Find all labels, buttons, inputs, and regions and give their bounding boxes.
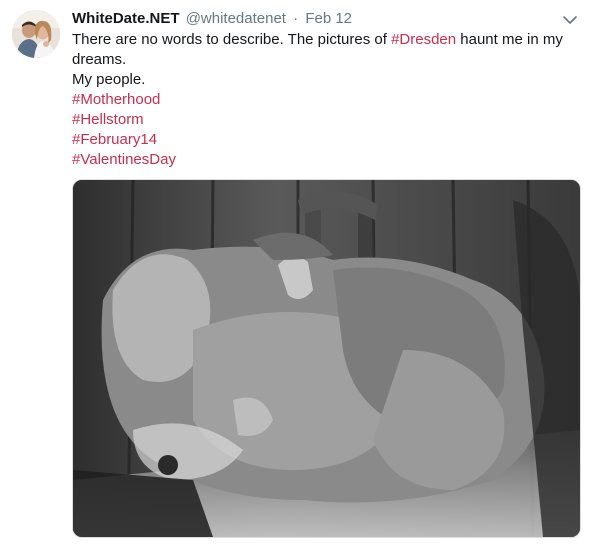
hashtag-february14[interactable]: #February14	[72, 130, 572, 150]
tweet-text: There are no words to describe. The pict…	[72, 30, 572, 170]
hashtag-motherhood[interactable]: #Motherhood	[72, 90, 572, 110]
tweet[interactable]: WhiteDate.NET @whitedatenet · Feb 12 The…	[0, 0, 590, 546]
hashtag-valentinesday[interactable]: #ValentinesDay	[72, 150, 572, 170]
photo-image	[73, 180, 580, 537]
avatar-image	[12, 10, 60, 58]
handle[interactable]: @whitedatenet	[186, 10, 286, 27]
timestamp[interactable]: Feb 12	[305, 10, 352, 27]
hashtag-hellstorm[interactable]: #Hellstorm	[72, 110, 572, 130]
tweet-header: WhiteDate.NET @whitedatenet · Feb 12	[72, 8, 578, 30]
tweet-text-part: There are no words to describe. The pict…	[72, 31, 392, 48]
display-name[interactable]: WhiteDate.NET	[72, 10, 180, 27]
hashtag-dresden[interactable]: #Dresden	[391, 31, 456, 48]
chevron-down-icon[interactable]	[560, 12, 580, 28]
tweet-body: WhiteDate.NET @whitedatenet · Feb 12 The…	[72, 8, 578, 170]
tweet-text-line: My people.	[72, 71, 146, 88]
separator-dot: ·	[293, 10, 299, 27]
avatar[interactable]	[12, 10, 60, 58]
tweet-photo[interactable]	[72, 179, 581, 538]
